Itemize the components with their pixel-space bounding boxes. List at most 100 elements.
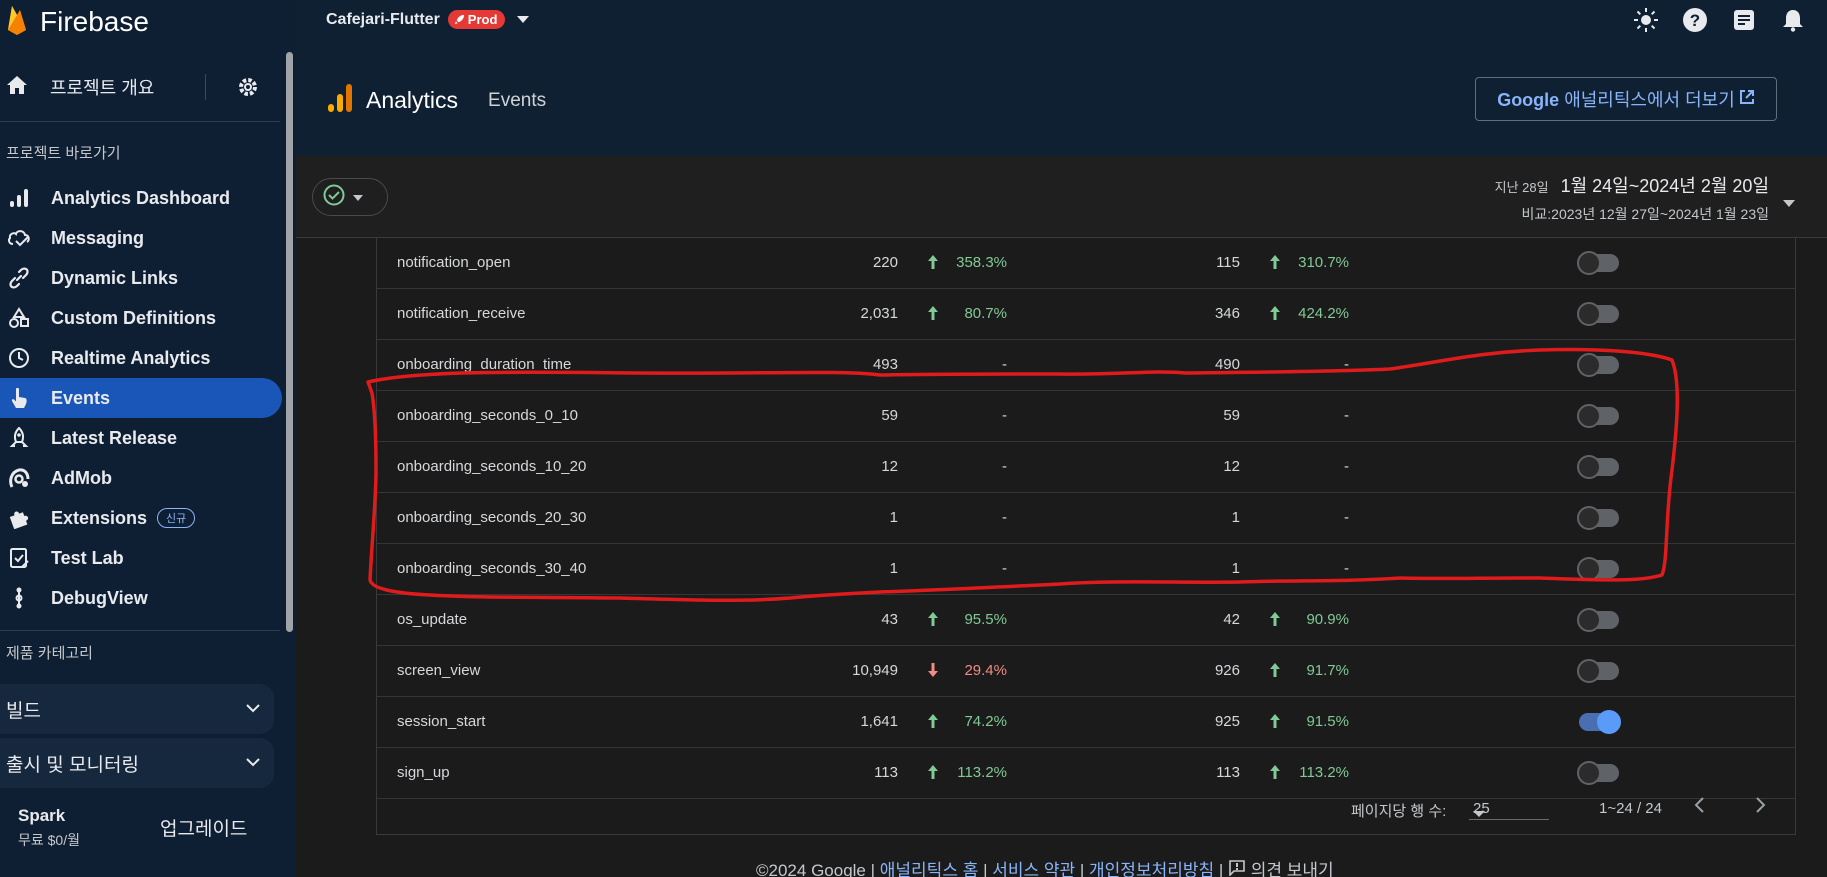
conversion-toggle[interactable] [1577,761,1619,785]
event-count: 220 [872,254,898,271]
event-name: os_update [397,611,468,628]
user-count-change: 424.2% [1298,305,1349,322]
sidebar-item-label: Custom Definitions [51,307,216,328]
event-count: 113 [874,764,898,781]
user-count-change: 91.7% [1306,662,1349,679]
sidebar-item-events[interactable]: Events [0,378,282,418]
pagination: 페이지당 행 수: 25 1~24 / 24 [377,782,1795,834]
analytics-icon [326,82,354,119]
date-range-picker[interactable]: 지난 28일 1월 24일~2024년 2월 20일 비교:2023년 12월 2… [1495,172,1769,224]
conversion-toggle[interactable] [1577,251,1619,275]
arrow-up-icon [1269,305,1281,325]
date-range: 1월 24일~2024년 2월 20일 [1560,176,1769,196]
user-count: 346 [1214,305,1240,322]
category-build[interactable]: 빌드 [0,684,274,734]
conversion-toggle[interactable] [1577,506,1619,530]
rocket-icon [6,425,32,451]
conversion-toggle[interactable] [1577,353,1619,377]
conversion-toggle[interactable] [1577,608,1619,632]
sidebar-item-extensions[interactable]: Extensions 신규 [0,498,282,538]
event-count-change: - [1002,407,1007,424]
event-name: onboarding_seconds_20_30 [397,509,587,526]
caret-down-icon[interactable] [1783,194,1795,212]
release-notes-icon[interactable] [1730,6,1758,34]
toggle-knob [1577,659,1601,683]
comparison-chip[interactable] [312,178,388,216]
theme-sun-icon[interactable] [1632,6,1660,34]
filter-bar: 지난 28일 1월 24일~2024년 2월 20일 비교:2023년 12월 2… [296,156,1827,238]
sidebar-item-admob[interactable]: AdMob [0,458,282,498]
footer-link-privacy[interactable]: 개인정보처리방침 [1089,861,1214,877]
arrow-up-icon [1269,764,1281,784]
conversion-toggle[interactable] [1577,659,1619,683]
caret-down-icon [517,11,530,29]
sidebar-item-realtime-analytics[interactable]: Realtime Analytics [0,338,282,378]
sidebar-item-debugview[interactable]: DebugView [0,578,282,618]
feedback-icon[interactable] [1228,860,1246,877]
category-release-monitoring[interactable]: 출시 및 모니터링 [0,738,274,788]
sidebar-item-latest-release[interactable]: Latest Release [0,418,282,458]
user-count-change: - [1344,458,1349,475]
firebase-brand[interactable]: Firebase [0,0,149,44]
chevron-right-icon[interactable] [1755,796,1767,818]
toggle-knob [1577,251,1601,275]
project-overview[interactable]: 프로젝트 개요 [0,62,278,112]
plan-panel: Spark 무료 $0/월 업그레이드 [0,792,280,877]
rows-per-page-select[interactable]: 25 [1469,794,1549,820]
conversion-toggle[interactable] [1577,557,1619,581]
table-row: notification_open 220 358.3% 115 310.7% [377,238,1795,289]
table-row: onboarding_seconds_20_30 1 - 1 - [377,493,1795,544]
toggle-knob [1577,557,1601,581]
chevron-left-icon[interactable] [1693,796,1705,818]
arrow-up-icon [1269,662,1281,682]
new-badge: 신규 [157,508,196,528]
footer-link-analytics-home[interactable]: 애널리틱스 홈 [880,861,979,877]
conversion-toggle[interactable] [1577,302,1619,326]
user-count: 926 [1214,662,1240,679]
checklist-icon [6,545,32,571]
sidebar-item-dynamic-links[interactable]: Dynamic Links [0,258,282,298]
sidebar: Firebase 프로젝트 개요 프로젝트 바로가기 Analytics Das… [0,0,296,877]
upgrade-button[interactable]: 업그레이드 [160,814,247,841]
conversion-toggle[interactable] [1577,404,1619,428]
arrow-up-icon [1269,254,1281,274]
project-selector[interactable]: Cafejari-Flutter Prod [326,10,530,29]
bell-icon[interactable] [1779,6,1807,34]
shapes-icon [6,305,32,331]
footer-link-terms[interactable]: 서비스 약관 [992,861,1075,877]
feedback-link[interactable]: 의견 보내기 [1251,861,1334,877]
category-section-label: 제품 카테고리 [6,645,93,662]
event-count: 1 [889,560,898,577]
user-count-change: - [1344,407,1349,424]
toggle-knob [1577,353,1601,377]
gear-icon[interactable] [236,75,260,104]
user-count-change: 310.7% [1298,254,1349,271]
firebase-logo-icon [6,4,28,41]
sidebar-item-test-lab[interactable]: Test Lab [0,538,282,578]
env-badge: Prod [447,10,506,29]
sidebar-item-label: AdMob [51,467,112,488]
events-table: notification_open 220 358.3% 115 310.7% notif… [376,238,1796,835]
puzzle-icon [6,505,32,531]
sidebar-item-custom-definitions[interactable]: Custom Definitions [0,298,282,338]
user-count-change: - [1344,356,1349,373]
conversion-toggle[interactable] [1579,710,1621,734]
user-count-change: 90.9% [1306,611,1349,628]
view-in-google-analytics-button[interactable]: Google 애널리틱스에서 더보기 [1475,77,1777,121]
table-row: onboarding_duration_time 493 - 490 - [377,340,1795,391]
table-row: onboarding_seconds_0_10 59 - 59 - [377,391,1795,442]
user-count: 1 [1231,560,1240,577]
sidebar-item-messaging[interactable]: Messaging [0,218,282,258]
toggle-knob [1597,710,1621,734]
arrow-up-icon [927,254,939,274]
divider [0,121,280,122]
sidebar-item-label: Test Lab [51,547,124,568]
user-count: 113 [1216,764,1240,781]
sidebar-item-label: Latest Release [51,427,178,448]
category-label: 빌드 [6,700,41,722]
help-icon[interactable]: ? [1681,6,1709,34]
conversion-toggle[interactable] [1577,455,1619,479]
sidebar-item-analytics-dashboard[interactable]: Analytics Dashboard [0,178,282,218]
svg-text:?: ? [1690,11,1700,30]
sidebar-scrollbar[interactable] [286,52,293,632]
